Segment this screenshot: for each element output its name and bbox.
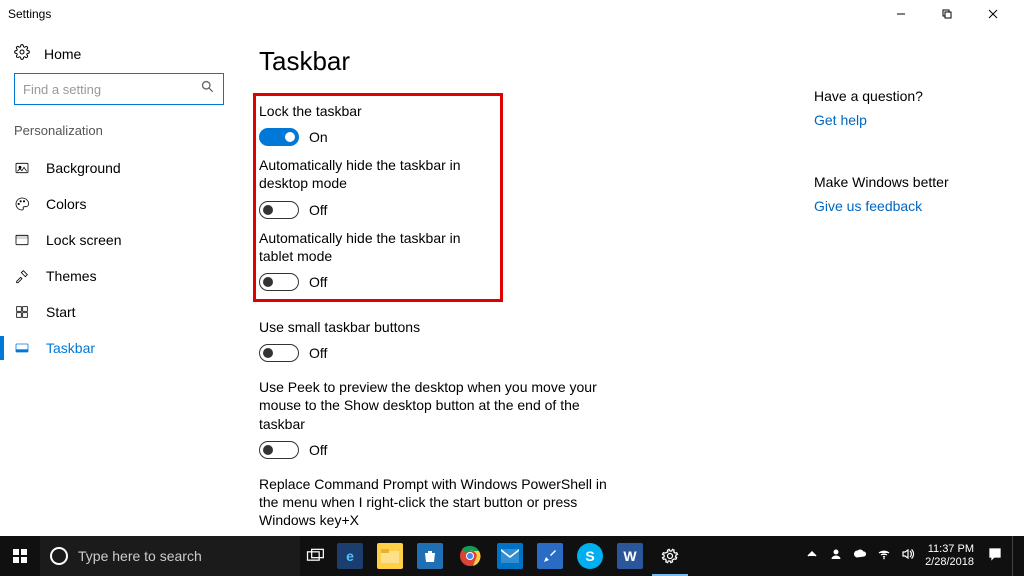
rail-question: Have a question? — [814, 88, 1024, 104]
start-icon — [14, 304, 30, 320]
picture-icon — [14, 160, 30, 176]
app-explorer[interactable] — [370, 536, 410, 576]
sidebar-item-colors[interactable]: Colors — [14, 186, 245, 222]
minimize-button[interactable] — [878, 0, 924, 28]
start-button[interactable] — [0, 536, 40, 576]
setting-lock-taskbar: Lock the taskbar On — [259, 102, 492, 146]
gear-icon — [14, 44, 30, 63]
toggle-lock-taskbar[interactable] — [259, 128, 299, 146]
toggle-autohide-tablet[interactable] — [259, 273, 299, 291]
tray-wifi-icon[interactable] — [877, 547, 891, 566]
window-titlebar: Settings — [0, 0, 1024, 28]
app-word[interactable]: W — [610, 536, 650, 576]
app-paint[interactable] — [530, 536, 570, 576]
get-help-link[interactable]: Get help — [814, 112, 867, 128]
sidebar-section: Personalization — [14, 123, 245, 138]
setting-peek: Use Peek to preview the desktop when you… — [259, 378, 804, 459]
app-chrome[interactable] — [450, 536, 490, 576]
close-button[interactable] — [970, 0, 1016, 28]
sidebar-item-label: Start — [46, 304, 76, 320]
tray-chevron-up-icon[interactable] — [805, 547, 819, 566]
highlight-annotation: Lock the taskbar On Automatically hide t… — [253, 93, 503, 302]
app-settings[interactable] — [650, 536, 690, 576]
sidebar-item-taskbar[interactable]: Taskbar — [14, 330, 245, 366]
tray-onedrive-icon[interactable] — [853, 547, 867, 566]
sidebar-item-label: Lock screen — [46, 232, 121, 248]
windows-taskbar: Type here to search e S W 11:37 PM 2/28/ — [0, 536, 1024, 576]
taskbar-icon — [14, 340, 30, 356]
tray-people-icon[interactable] — [829, 547, 843, 566]
app-skype[interactable]: S — [570, 536, 610, 576]
app-edge[interactable]: e — [330, 536, 370, 576]
window-title: Settings — [8, 7, 51, 21]
maximize-button[interactable] — [924, 0, 970, 28]
taskbar-clock[interactable]: 11:37 PM 2/28/2018 — [925, 543, 978, 569]
sidebar-item-label: Themes — [46, 268, 97, 284]
sidebar-item-label: Colors — [46, 196, 86, 212]
rail-better: Make Windows better — [814, 174, 1024, 190]
app-store[interactable] — [410, 536, 450, 576]
page-title: Taskbar — [259, 46, 804, 77]
feedback-link[interactable]: Give us feedback — [814, 198, 922, 214]
search-input[interactable] — [14, 73, 224, 105]
setting-autohide-tablet: Automatically hide the taskbar in tablet… — [259, 229, 492, 291]
search-field[interactable] — [23, 82, 201, 97]
sidebar-item-label: Background — [46, 160, 121, 176]
sidebar-item-themes[interactable]: Themes — [14, 258, 245, 294]
setting-small-buttons: Use small taskbar buttons Off — [259, 318, 804, 362]
main-panel: Taskbar Lock the taskbar On Automaticall… — [245, 28, 814, 536]
toggle-peek[interactable] — [259, 441, 299, 459]
taskbar-search[interactable]: Type here to search — [40, 536, 300, 576]
sidebar: Home Personalization Background Colors L… — [0, 28, 245, 536]
tray-volume-icon[interactable] — [901, 547, 915, 566]
app-mail[interactable] — [490, 536, 530, 576]
sidebar-item-start[interactable]: Start — [14, 294, 245, 330]
taskbar-search-placeholder: Type here to search — [78, 548, 202, 564]
cortana-icon — [50, 547, 68, 565]
task-view-button[interactable] — [300, 536, 330, 576]
lockscreen-icon — [14, 232, 30, 248]
sidebar-item-lockscreen[interactable]: Lock screen — [14, 222, 245, 258]
sidebar-item-background[interactable]: Background — [14, 150, 245, 186]
home-nav[interactable]: Home — [14, 38, 245, 73]
home-label: Home — [44, 46, 81, 62]
themes-icon — [14, 268, 30, 284]
setting-powershell: Replace Command Prompt with Windows Powe… — [259, 475, 804, 536]
action-center-icon[interactable] — [988, 547, 1002, 566]
palette-icon — [14, 196, 30, 212]
toggle-autohide-desktop[interactable] — [259, 201, 299, 219]
show-desktop-button[interactable] — [1012, 536, 1018, 576]
system-tray: 11:37 PM 2/28/2018 — [805, 536, 1024, 576]
right-rail: Have a question? Get help Make Windows b… — [814, 28, 1024, 536]
toggle-small-buttons[interactable] — [259, 344, 299, 362]
sidebar-item-label: Taskbar — [46, 340, 95, 356]
search-icon — [201, 80, 215, 99]
setting-autohide-desktop: Automatically hide the taskbar in deskto… — [259, 156, 492, 218]
